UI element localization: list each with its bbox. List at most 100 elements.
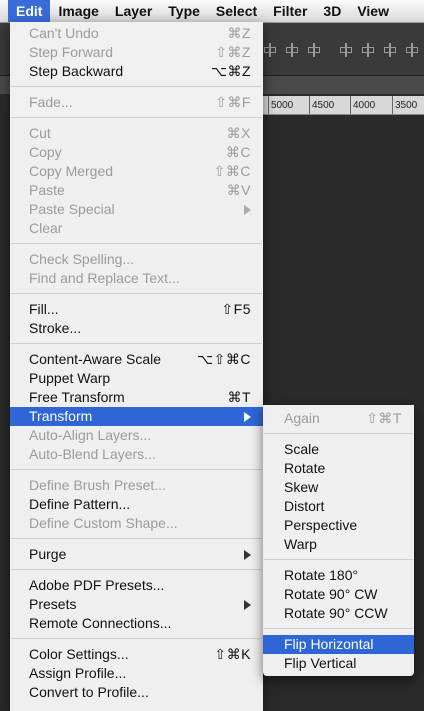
menu-separator	[10, 533, 263, 545]
menu-item-label: Distort	[284, 498, 325, 514]
menu-separator	[10, 338, 263, 350]
menubar-item-layer[interactable]: Layer	[107, 0, 160, 22]
menu-item-label: Flip Horizontal	[284, 636, 374, 652]
menu-item-label: Free Transform	[29, 389, 125, 405]
menu-item-label: Define Custom Shape...	[29, 515, 178, 531]
menu-item-label: Rotate 180°	[284, 567, 359, 583]
shortcut-label: ⇧⌘F	[215, 94, 251, 110]
menu-item-label: Fade...	[29, 94, 73, 110]
menu-item-copy: Copy ⌘C	[10, 143, 263, 162]
align-icon[interactable]	[262, 43, 278, 57]
menu-item-presets[interactable]: Presets	[10, 595, 263, 614]
menu-separator	[10, 112, 263, 124]
menu-separator	[10, 633, 263, 645]
submenu-item-warp[interactable]: Warp	[263, 535, 414, 554]
distribute-icon[interactable]	[382, 43, 398, 57]
shortcut-label: ⇧⌘K	[214, 646, 251, 662]
edit-menu: Can't Undo ⌘Z Step Forward ⇧⌘Z Step Backward…	[10, 22, 263, 711]
submenu-item-perspective[interactable]: Perspective	[263, 516, 414, 535]
menu-item-find-and-replace-text: Find and Replace Text...	[10, 269, 263, 288]
menu-item-label: Auto-Blend Layers...	[29, 446, 156, 462]
menu-item-stroke[interactable]: Stroke...	[10, 319, 263, 338]
menu-item-assign-profile[interactable]: Assign Profile...	[10, 664, 263, 683]
menu-item-label: Paste Special	[29, 201, 115, 217]
menubar-item-type[interactable]: Type	[160, 0, 208, 22]
menu-item-label: Check Spelling...	[29, 251, 135, 267]
submenu-item-distort[interactable]: Distort	[263, 497, 414, 516]
transform-submenu: Again ⇧⌘T Scale Rotate Skew Distort Perspectiv…	[263, 405, 414, 676]
menu-item-label: Scale	[284, 441, 320, 457]
shortcut-label: ⌥⌘Z	[210, 63, 251, 79]
shortcut-label: ⌘Z	[227, 25, 251, 41]
menu-item-fill[interactable]: Fill... ⇧F5	[10, 300, 263, 319]
menu-separator	[263, 623, 414, 635]
menu-item-transform[interactable]: Transform	[10, 407, 263, 426]
menubar-item-3d[interactable]: 3D	[315, 0, 349, 22]
submenu-arrow-icon	[244, 600, 251, 610]
menu-item-label: Stroke...	[29, 320, 82, 336]
align-icon[interactable]	[284, 43, 300, 57]
menu-item-label: Cut	[29, 125, 51, 141]
menu-item-label: Transform	[29, 408, 93, 424]
menu-item-remote-connections[interactable]: Remote Connections...	[10, 614, 263, 633]
align-icon[interactable]	[306, 43, 322, 57]
menu-separator	[10, 238, 263, 250]
menu-separator	[10, 288, 263, 300]
menu-item-puppet-warp[interactable]: Puppet Warp	[10, 369, 263, 388]
distribute-icon[interactable]	[404, 43, 420, 57]
menu-item-label: Purge	[29, 546, 67, 562]
menubar-item-edit[interactable]: Edit	[8, 0, 51, 22]
submenu-item-scale[interactable]: Scale	[263, 440, 414, 459]
menu-item-label: Again	[284, 410, 320, 426]
menu-item-label: Presets	[29, 596, 77, 612]
menu-item-label: Auto-Align Layers...	[29, 427, 152, 443]
submenu-arrow-icon	[244, 412, 251, 422]
submenu-item-skew[interactable]: Skew	[263, 478, 414, 497]
menu-item-convert-to-profile[interactable]: Convert to Profile...	[10, 683, 263, 702]
menu-separator	[10, 81, 263, 93]
submenu-item-rotate-90-ccw[interactable]: Rotate 90° CCW	[263, 604, 414, 623]
ruler-label: 3500	[391, 96, 418, 114]
menubar-item-image[interactable]: Image	[50, 0, 106, 22]
shortcut-label: ⇧F5	[221, 301, 251, 317]
menu-item-define-brush-preset: Define Brush Preset...	[10, 476, 263, 495]
submenu-arrow-icon	[244, 550, 251, 560]
ruler-label: 5000	[267, 96, 294, 114]
menu-item-content-aware-scale[interactable]: Content-Aware Scale ⌥⇧⌘C	[10, 350, 263, 369]
submenu-item-rotate-90-cw[interactable]: Rotate 90° CW	[263, 585, 414, 604]
ruler-label: 4500	[308, 96, 335, 114]
menu-item-purge[interactable]: Purge	[10, 545, 263, 564]
menubar-item-select[interactable]: Select	[208, 0, 265, 22]
distribute-icon[interactable]	[360, 43, 376, 57]
submenu-item-flip-vertical[interactable]: Flip Vertical	[263, 654, 414, 673]
menu-item-label: Step Forward	[29, 44, 114, 60]
menu-item-label: Copy	[29, 144, 62, 160]
menu-item-label: Step Backward	[29, 63, 124, 79]
menu-item-color-settings[interactable]: Color Settings... ⇧⌘K	[10, 645, 263, 664]
shortcut-label: ⌘V	[226, 182, 251, 198]
submenu-item-rotate[interactable]: Rotate	[263, 459, 414, 478]
menubar-item-filter[interactable]: Filter	[265, 0, 315, 22]
menu-item-define-pattern[interactable]: Define Pattern...	[10, 495, 263, 514]
menu-item-clear: Clear	[10, 219, 263, 238]
menu-item-label: Content-Aware Scale	[29, 351, 162, 367]
menu-item-free-transform[interactable]: Free Transform ⌘T	[10, 388, 263, 407]
menu-separator	[263, 428, 414, 440]
menu-item-label: Copy Merged	[29, 163, 114, 179]
menu-item-define-custom-shape: Define Custom Shape...	[10, 514, 263, 533]
menu-item-label: Remote Connections...	[29, 615, 172, 631]
menu-item-adobe-pdf-presets[interactable]: Adobe PDF Presets...	[10, 576, 263, 595]
menu-item-label: Adobe PDF Presets...	[29, 577, 165, 593]
menu-item-label: Define Brush Preset...	[29, 477, 166, 493]
shortcut-label: ⇧⌘Z	[215, 44, 251, 60]
submenu-item-rotate-180[interactable]: Rotate 180°	[263, 566, 414, 585]
menu-item-fade: Fade... ⇧⌘F	[10, 93, 263, 112]
distribute-icon[interactable]	[338, 43, 354, 57]
submenu-item-flip-horizontal[interactable]: Flip Horizontal	[263, 635, 414, 654]
menubar-item-view[interactable]: View	[349, 0, 397, 22]
menu-item-label: Can't Undo	[29, 25, 99, 41]
menu-item-step-backward[interactable]: Step Backward ⌥⌘Z	[10, 62, 263, 81]
menu-bar: Edit Image Layer Type Select Filter 3D View	[0, 0, 424, 23]
menu-separator	[263, 554, 414, 566]
menu-separator	[10, 564, 263, 576]
